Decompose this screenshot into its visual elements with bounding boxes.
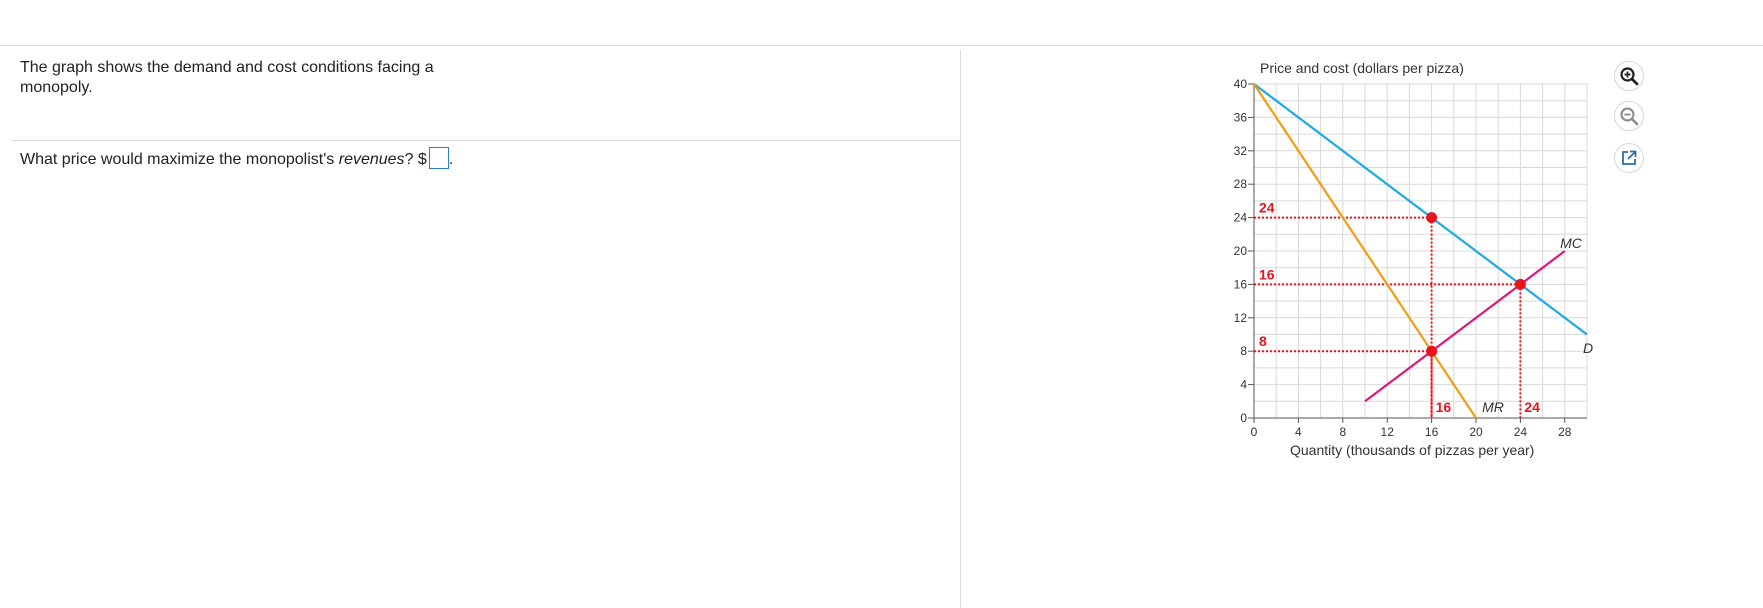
series-d-line <box>1253 83 1588 336</box>
popout-button[interactable] <box>1614 143 1644 173</box>
x-tick-label: 16 <box>1425 425 1439 439</box>
zoom-in-button[interactable] <box>1614 61 1644 91</box>
external-link-icon <box>1622 150 1637 165</box>
equilibrium-point <box>1426 345 1438 357</box>
price-label-16: 16 <box>1259 266 1275 282</box>
x-tick-label: 28 <box>1558 425 1572 439</box>
y-tick-label: 16 <box>1234 277 1248 291</box>
y-tick-label: 32 <box>1234 144 1248 158</box>
x-tick-label: 4 <box>1295 425 1302 439</box>
zoom-out-icon <box>1620 107 1639 126</box>
zoom-in-icon <box>1620 67 1639 86</box>
quantity-label-24: 24 <box>1524 399 1540 415</box>
gridlines <box>1253 83 1588 419</box>
series-label-mr: MR <box>1482 399 1504 415</box>
x-tick-label: 12 <box>1381 425 1395 439</box>
equilibrium-point <box>1514 278 1526 290</box>
y-tick-label: 36 <box>1234 110 1248 124</box>
quantity-label-16: 16 <box>1436 399 1452 415</box>
series-label-d: D <box>1583 340 1593 356</box>
x-tick-label: 0 <box>1251 425 1258 439</box>
y-tick-label: 8 <box>1240 344 1247 358</box>
y-tick-label: 40 <box>1234 77 1248 91</box>
series-label-mc: MC <box>1560 235 1583 251</box>
y-axis-label: Price and cost (dollars per pizza) <box>1260 60 1464 76</box>
y-tick-label: 24 <box>1234 211 1248 225</box>
x-tick-label: 24 <box>1514 425 1528 439</box>
price-label-8: 8 <box>1259 333 1267 349</box>
y-tick-label: 28 <box>1234 177 1248 191</box>
y-tick-label: 4 <box>1240 378 1247 392</box>
y-tick-label: 12 <box>1234 311 1248 325</box>
zoom-out-button[interactable] <box>1614 101 1644 131</box>
x-tick-label: 8 <box>1339 425 1346 439</box>
y-tick-label: 20 <box>1234 244 1248 258</box>
y-tick-label: 0 <box>1240 411 1247 425</box>
series-mc-line <box>1364 250 1566 403</box>
equilibrium-point <box>1426 212 1438 224</box>
x-tick-label: 20 <box>1469 425 1483 439</box>
chart: 0 4 8 12 16 20 24 28 32 36 40 0 4 8 12 16 20 24 28 Price an… <box>1234 60 1593 458</box>
x-axis-label: Quantity (thousands of pizzas per year) <box>1290 442 1534 458</box>
price-label-24: 24 <box>1259 200 1275 216</box>
